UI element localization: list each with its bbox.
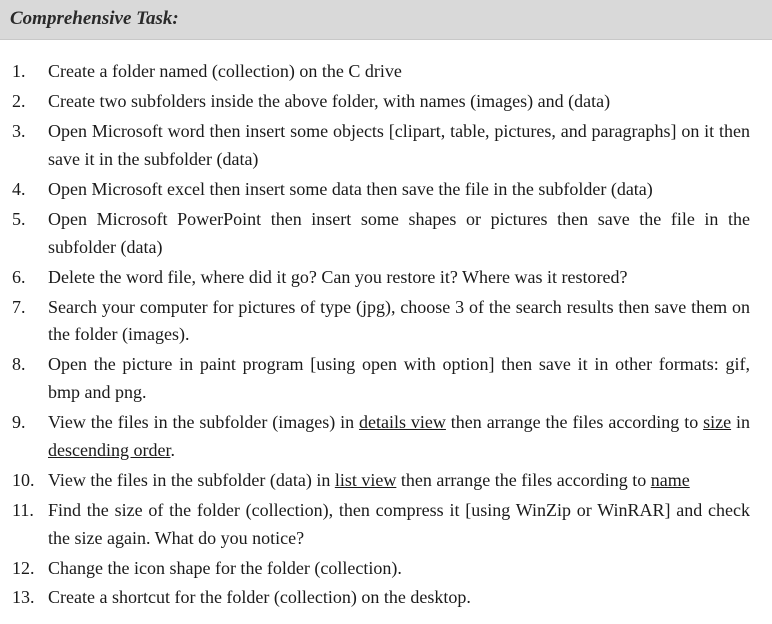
underline-name: name [651, 470, 690, 490]
task-text-post: . [170, 440, 175, 460]
task-text-pre: View the files in the subfolder (data) i… [48, 470, 335, 490]
task-item-9: View the files in the subfolder (images)… [6, 409, 750, 465]
task-item-13: Create a shortcut for the folder (collec… [6, 584, 750, 612]
task-text: Open Microsoft PowerPoint then insert so… [48, 209, 750, 257]
task-text: Delete the word file, where did it go? C… [48, 267, 627, 287]
task-item-6: Delete the word file, where did it go? C… [6, 264, 750, 292]
underline-size: size [703, 412, 731, 432]
task-text: Create two subfolders inside the above f… [48, 91, 610, 111]
task-text: Open the picture in paint program [using… [48, 354, 750, 402]
task-item-3: Open Microsoft word then insert some obj… [6, 118, 750, 174]
underline-descending-order: descending order [48, 440, 170, 460]
underline-details-view: details view [359, 412, 446, 432]
task-item-8: Open the picture in paint program [using… [6, 351, 750, 407]
task-item-11: Find the size of the folder (collection)… [6, 497, 750, 553]
task-text-mid2: in [731, 412, 750, 432]
task-item-12: Change the icon shape for the folder (co… [6, 555, 750, 583]
task-text-mid1: then arrange the files according to [446, 412, 703, 432]
task-text: Change the icon shape for the folder (co… [48, 558, 402, 578]
underline-list-view: list view [335, 470, 397, 490]
task-item-10: View the files in the subfolder (data) i… [6, 467, 750, 495]
task-text-pre: View the files in the subfolder (images)… [48, 412, 359, 432]
task-item-5: Open Microsoft PowerPoint then insert so… [6, 206, 750, 262]
task-text: Create a shortcut for the folder (collec… [48, 587, 471, 607]
task-content: Create a folder named (collection) on th… [0, 40, 772, 624]
task-item-1: Create a folder named (collection) on th… [6, 58, 750, 86]
header-bar: Comprehensive Task: [0, 0, 772, 40]
task-text: Search your computer for pictures of typ… [48, 297, 750, 345]
task-text: Open Microsoft excel then insert some da… [48, 179, 653, 199]
task-item-4: Open Microsoft excel then insert some da… [6, 176, 750, 204]
task-item-2: Create two subfolders inside the above f… [6, 88, 750, 116]
task-text: Open Microsoft word then insert some obj… [48, 121, 750, 169]
task-list: Create a folder named (collection) on th… [6, 58, 750, 612]
task-text-mid1: then arrange the files according to [396, 470, 650, 490]
task-item-7: Search your computer for pictures of typ… [6, 294, 750, 350]
task-text: Create a folder named (collection) on th… [48, 61, 402, 81]
header-title: Comprehensive Task: [10, 8, 179, 29]
task-text: Find the size of the folder (collection)… [48, 500, 750, 548]
